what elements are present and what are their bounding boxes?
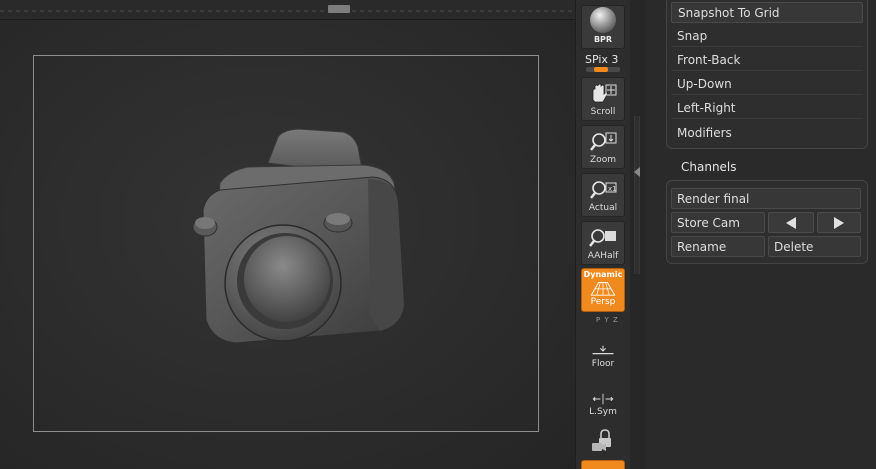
persp-button[interactable]: Dynamic Persp — [581, 268, 625, 312]
spix-label: SPix 3 — [585, 53, 619, 66]
front-back-button[interactable]: Front-Back — [671, 50, 863, 71]
palette-collapse-strip[interactable] — [630, 0, 646, 469]
floor-label: Floor — [591, 359, 615, 369]
scroll-label: Scroll — [590, 107, 616, 117]
left-right-button[interactable]: Left-Right — [671, 98, 863, 119]
bpr-label: BPR — [593, 35, 613, 44]
draw-sub-palette: Snapshot To Grid Snap Front-Back Up-Down… — [666, 0, 868, 149]
zoom-button[interactable]: Zoom — [581, 125, 625, 169]
hand-scroll-icon — [592, 83, 617, 103]
channels-title[interactable]: Channels — [681, 160, 737, 174]
snapshot-to-grid-button[interactable]: Snapshot To Grid — [671, 2, 863, 23]
lock-camera-icon — [592, 429, 611, 451]
aahalf-icon — [589, 229, 616, 247]
horizontal-scroll-thumb[interactable] — [328, 5, 350, 13]
aahalf-label: AAHalf — [587, 251, 619, 261]
right-shelf: BPR SPix 3 Scroll Zoom x1 Actual AAHalf … — [575, 0, 630, 469]
actual-button[interactable]: x1 Actual — [581, 173, 625, 217]
spix-slider-fill — [594, 67, 608, 72]
ruler-dashes — [0, 10, 575, 12]
palette-scroll-track[interactable] — [634, 116, 640, 274]
floor-icon — [592, 345, 614, 355]
canvas-viewport[interactable] — [0, 20, 575, 469]
previous-cam-button[interactable] — [768, 212, 814, 233]
lock-camera-button[interactable] — [581, 414, 625, 458]
channels-sub-palette: Render final Store Cam Rename Delete — [666, 180, 868, 264]
delete-button[interactable]: Delete — [768, 236, 861, 257]
zoom-label: Zoom — [590, 155, 616, 165]
arrow-right-icon — [834, 216, 844, 229]
modifiers-button[interactable]: Modifiers — [671, 122, 863, 143]
svg-text:x1: x1 — [608, 185, 617, 193]
camera-3d-model[interactable] — [158, 115, 408, 355]
bottom-orange-button[interactable] — [581, 460, 625, 469]
right-palette: Snapshot To Grid Snap Front-Back Up-Down… — [646, 0, 876, 469]
actual-label: Actual — [588, 203, 618, 213]
actual-size-icon: x1 — [590, 181, 617, 199]
lsym-icon — [592, 393, 614, 405]
arrow-left-icon — [786, 216, 796, 229]
render-final-button[interactable]: Render final — [671, 188, 861, 209]
zoom-icon — [590, 132, 617, 151]
persp-axis-indicator: P Y Z — [596, 316, 619, 324]
floor-button[interactable]: Floor — [581, 328, 625, 372]
bpr-sphere-icon — [590, 7, 616, 33]
up-down-button[interactable]: Up-Down — [671, 74, 863, 95]
next-cam-button[interactable] — [817, 212, 861, 233]
aahalf-button[interactable]: AAHalf — [581, 221, 625, 265]
snap-button[interactable]: Snap — [671, 26, 863, 47]
scroll-button[interactable]: Scroll — [581, 77, 625, 121]
top-ruler-strip — [0, 0, 575, 20]
spix-slider[interactable] — [586, 67, 620, 72]
perspective-grid-icon — [590, 282, 616, 296]
dynamic-label: Dynamic — [583, 270, 623, 279]
collapse-arrow-icon[interactable] — [634, 167, 640, 177]
bpr-button[interactable]: BPR — [581, 5, 625, 49]
rename-button[interactable]: Rename — [671, 236, 765, 257]
store-cam-button[interactable]: Store Cam — [671, 212, 765, 233]
persp-label: Persp — [590, 297, 616, 307]
